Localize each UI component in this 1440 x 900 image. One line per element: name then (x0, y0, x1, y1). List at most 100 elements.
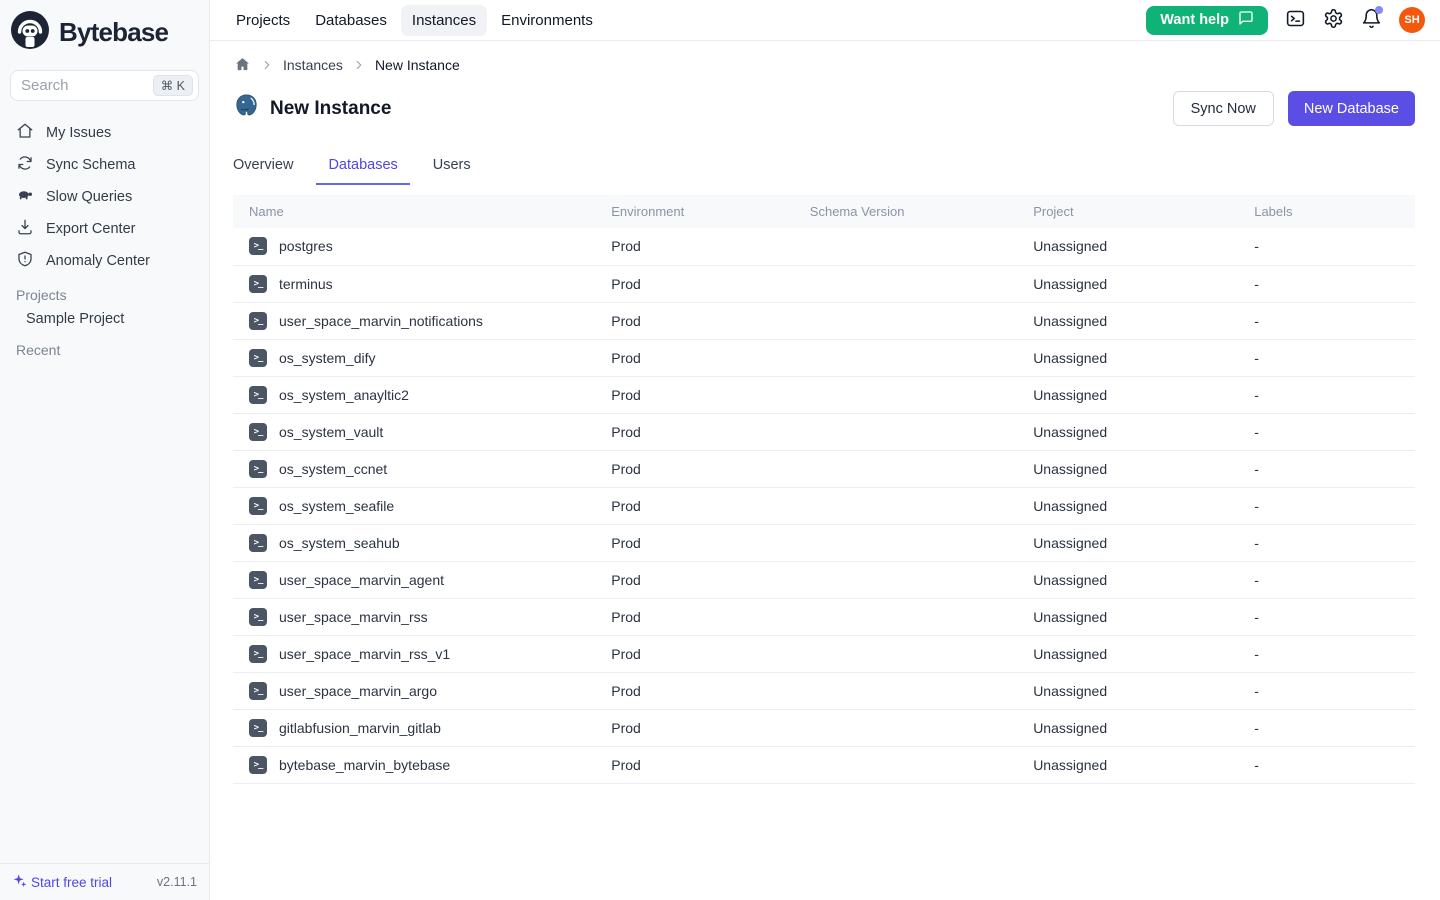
labels-cell: - (1254, 635, 1415, 672)
database-name[interactable]: user_space_marvin_agent (279, 572, 444, 588)
database-name[interactable]: bytebase_marvin_bytebase (279, 757, 450, 773)
labels-cell: - (1254, 339, 1415, 376)
database-name[interactable]: os_system_anayltic2 (279, 387, 409, 403)
environment-cell: Prod (611, 487, 810, 524)
table-row[interactable]: >_user_space_marvin_notificationsProdUna… (233, 302, 1415, 339)
database-name[interactable]: os_system_seahub (279, 535, 400, 551)
sidebar-item-label: My Issues (46, 125, 111, 141)
schema-version-cell (810, 450, 1033, 487)
column-header-project: Project (1033, 195, 1254, 228)
project-cell: Unassigned (1033, 709, 1254, 746)
labels-cell: - (1254, 413, 1415, 450)
sidebar-item-sample-project[interactable]: Sample Project (0, 306, 209, 332)
sidebar-section-recent: Recent (0, 332, 209, 361)
start-free-trial-link[interactable]: Start free trial (12, 873, 112, 892)
project-cell: Unassigned (1033, 413, 1254, 450)
sidebar-spacer (0, 361, 209, 863)
table-row[interactable]: >_os_system_anayltic2ProdUnassigned- (233, 376, 1415, 413)
database-name[interactable]: postgres (279, 238, 333, 254)
chevron-right-icon (352, 58, 366, 72)
sidebar-item-export-center[interactable]: Export Center (0, 213, 209, 245)
database-terminal-icon: >_ (249, 534, 267, 552)
database-name[interactable]: gitlabfusion_marvin_gitlab (279, 720, 441, 736)
notification-dot (1375, 6, 1383, 14)
environment-cell: Prod (611, 302, 810, 339)
table-row[interactable]: >_bytebase_marvin_bytebaseProdUnassigned… (233, 746, 1415, 783)
sidebar-item-slow-queries[interactable]: Slow Queries (0, 181, 209, 213)
table-row[interactable]: >_gitlabfusion_marvin_gitlabProdUnassign… (233, 709, 1415, 746)
sync-icon (16, 154, 34, 176)
schema-version-cell (810, 413, 1033, 450)
environment-cell: Prod (611, 524, 810, 561)
tab-databases[interactable]: Databases (316, 149, 409, 185)
table-row[interactable]: >_postgresProdUnassigned- (233, 228, 1415, 265)
sidebar-nav: My Issues Sync Schema (0, 117, 209, 277)
search-box[interactable]: ⌘ K (10, 70, 199, 101)
download-icon (16, 218, 34, 240)
sql-editor-button[interactable] (1285, 8, 1306, 32)
database-name[interactable]: user_space_marvin_notifications (279, 313, 483, 329)
environment-cell: Prod (611, 265, 810, 302)
project-cell: Unassigned (1033, 302, 1254, 339)
schema-version-cell (810, 302, 1033, 339)
table-row[interactable]: >_terminusProdUnassigned- (233, 265, 1415, 302)
column-header-schema-version: Schema Version (810, 195, 1033, 228)
topnav-right-cluster: Want help (1146, 6, 1425, 35)
table-row[interactable]: >_user_space_marvin_rss_v1ProdUnassigned… (233, 635, 1415, 672)
app-window: Bytebase ⌘ K My Issues (0, 0, 1440, 900)
table-row[interactable]: >_os_system_ccnetProdUnassigned- (233, 450, 1415, 487)
schema-version-cell (810, 265, 1033, 302)
breadcrumb-home-icon[interactable] (234, 56, 251, 73)
database-name[interactable]: user_space_marvin_rss_v1 (279, 646, 450, 662)
labels-cell: - (1254, 561, 1415, 598)
nav-item-instances[interactable]: Instances (401, 5, 487, 36)
database-name[interactable]: os_system_ccnet (279, 461, 387, 477)
sidebar-item-my-issues[interactable]: My Issues (0, 117, 209, 149)
database-name[interactable]: os_system_vault (279, 424, 383, 440)
labels-cell: - (1254, 709, 1415, 746)
environment-cell: Prod (611, 672, 810, 709)
logo[interactable]: Bytebase (0, 0, 209, 61)
table-row[interactable]: >_os_system_difyProdUnassigned- (233, 339, 1415, 376)
project-cell: Unassigned (1033, 746, 1254, 783)
table-row[interactable]: >_user_space_marvin_agentProdUnassigned- (233, 561, 1415, 598)
nav-item-environments[interactable]: Environments (490, 5, 604, 36)
tab-bar: Overview Databases Users (221, 149, 1415, 185)
search-input[interactable] (21, 77, 153, 94)
database-name[interactable]: terminus (279, 276, 333, 292)
want-help-button[interactable]: Want help (1146, 6, 1268, 35)
table-row[interactable]: >_os_system_vaultProdUnassigned- (233, 413, 1415, 450)
sidebar-section-projects: Projects (0, 277, 209, 306)
schema-version-cell (810, 598, 1033, 635)
project-cell: Unassigned (1033, 635, 1254, 672)
environment-cell: Prod (611, 635, 810, 672)
nav-item-databases[interactable]: Databases (304, 5, 398, 36)
database-name[interactable]: user_space_marvin_rss (279, 609, 428, 625)
database-name[interactable]: os_system_seafile (279, 498, 394, 514)
new-database-button[interactable]: New Database (1288, 91, 1415, 126)
chat-bubble-icon (1238, 10, 1254, 30)
sidebar-item-anomaly-center[interactable]: Anomaly Center (0, 245, 209, 277)
table-row[interactable]: >_os_system_seahubProdUnassigned- (233, 524, 1415, 561)
breadcrumb: Instances New Instance (210, 41, 1440, 81)
avatar[interactable]: SH (1399, 7, 1425, 33)
sidebar-item-sync-schema[interactable]: Sync Schema (0, 149, 209, 181)
schema-version-cell (810, 339, 1033, 376)
database-name[interactable]: os_system_dify (279, 350, 375, 366)
sidebar-item-label: Export Center (46, 221, 135, 237)
table-row[interactable]: >_os_system_seafileProdUnassigned- (233, 487, 1415, 524)
table-row[interactable]: >_user_space_marvin_argoProdUnassigned- (233, 672, 1415, 709)
notifications-button[interactable] (1361, 8, 1382, 32)
sync-now-button[interactable]: Sync Now (1173, 91, 1274, 126)
tab-overview[interactable]: Overview (221, 149, 305, 185)
schema-version-cell (810, 228, 1033, 265)
schema-version-cell (810, 487, 1033, 524)
database-terminal-icon: >_ (249, 460, 267, 478)
settings-button[interactable] (1323, 8, 1344, 32)
nav-item-projects[interactable]: Projects (225, 5, 301, 36)
tab-users[interactable]: Users (421, 149, 483, 185)
database-name[interactable]: user_space_marvin_argo (279, 683, 437, 699)
page-title: New Instance (233, 92, 391, 125)
table-row[interactable]: >_user_space_marvin_rssProdUnassigned- (233, 598, 1415, 635)
breadcrumb-instances[interactable]: Instances (283, 57, 343, 73)
